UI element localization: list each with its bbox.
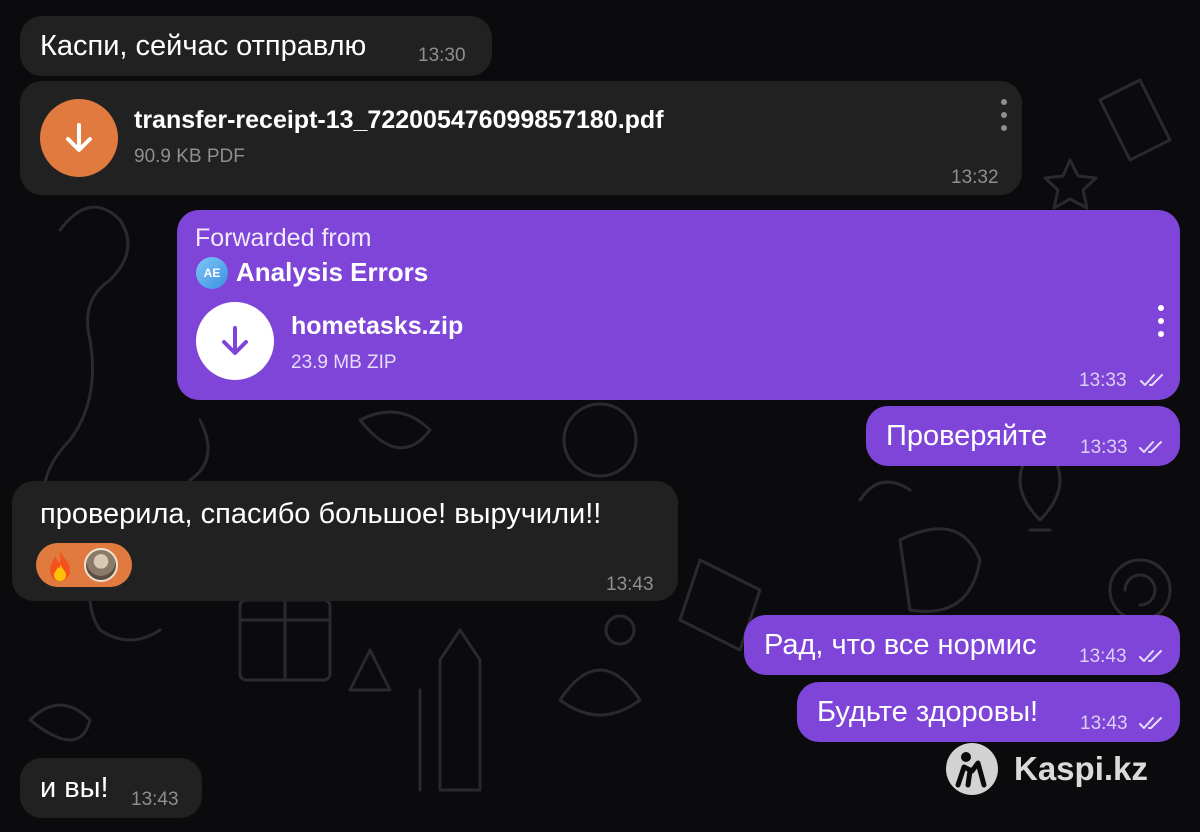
read-checkmarks-icon [1139,650,1162,662]
forwarded-source-name[interactable]: Analysis Errors [236,256,428,288]
message-time: 13:43 [1080,713,1128,734]
message-bubble-incoming[interactable]: Каспи, сейчас отправлю 13:30 [20,16,492,76]
message-text: и вы! [40,772,109,804]
download-arrow-icon [66,123,92,152]
message-text: Каспи, сейчас отправлю [40,30,367,62]
forwarded-source-avatar[interactable]: AE [196,257,228,289]
file-message-incoming[interactable]: transfer-receipt-13_722005476099857180.p… [20,81,1022,195]
file-name[interactable]: transfer-receipt-13_722005476099857180.p… [134,105,664,135]
message-time: 13:43 [606,574,654,595]
message-text: Будьте здоровы! [817,696,1039,728]
message-bubble-outgoing[interactable]: Рад, что все нормис 13:43 [744,615,1180,675]
message-time: 13:32 [951,167,999,188]
message-time: 13:43 [131,789,179,810]
reaction-chip[interactable] [36,543,132,587]
file-size: 23.9 MB ZIP [291,352,397,373]
message-text: Проверяйте [886,420,1048,452]
message-text: Рад, что все нормис [764,629,1037,661]
download-arrow-icon [222,326,248,355]
message-bubble-outgoing[interactable]: Проверяйте 13:33 [866,406,1180,466]
forwarded-file-message[interactable]: Forwarded from AE Analysis Errors hometa… [177,210,1180,400]
message-bubble-incoming[interactable]: и вы! 13:43 [20,758,202,818]
avatar-initials: AE [203,266,221,280]
message-time: 13:33 [1080,437,1128,458]
message-time: 13:43 [1079,646,1127,667]
kaspi-watermark: Kaspi.kz [942,740,1182,798]
read-checkmarks-icon [1139,441,1162,453]
file-name[interactable]: hometasks.zip [291,311,463,341]
download-button[interactable] [40,99,118,177]
message-text: проверила, спасибо большое! выручили!! [40,498,602,530]
kaspi-logo-icon [946,743,998,795]
message-time: 13:33 [1079,370,1127,391]
reaction-user-avatar [84,548,118,582]
fire-emoji-icon [50,550,70,581]
forwarded-label: Forwarded from [195,224,372,252]
file-menu-button[interactable] [1156,305,1166,337]
read-checkmarks-icon [1140,374,1163,386]
read-checkmarks-icon [1139,717,1162,729]
download-button[interactable] [196,302,274,380]
file-size: 90.9 KB PDF [134,146,245,167]
message-bubble-outgoing[interactable]: Будьте здоровы! 13:43 [797,682,1180,742]
message-time: 13:30 [418,45,466,66]
file-menu-button[interactable] [999,99,1009,131]
message-bubble-incoming[interactable]: проверила, спасибо большое! выручили!! 1… [12,481,678,601]
kaspi-watermark-text: Kaspi.kz [1014,750,1148,787]
